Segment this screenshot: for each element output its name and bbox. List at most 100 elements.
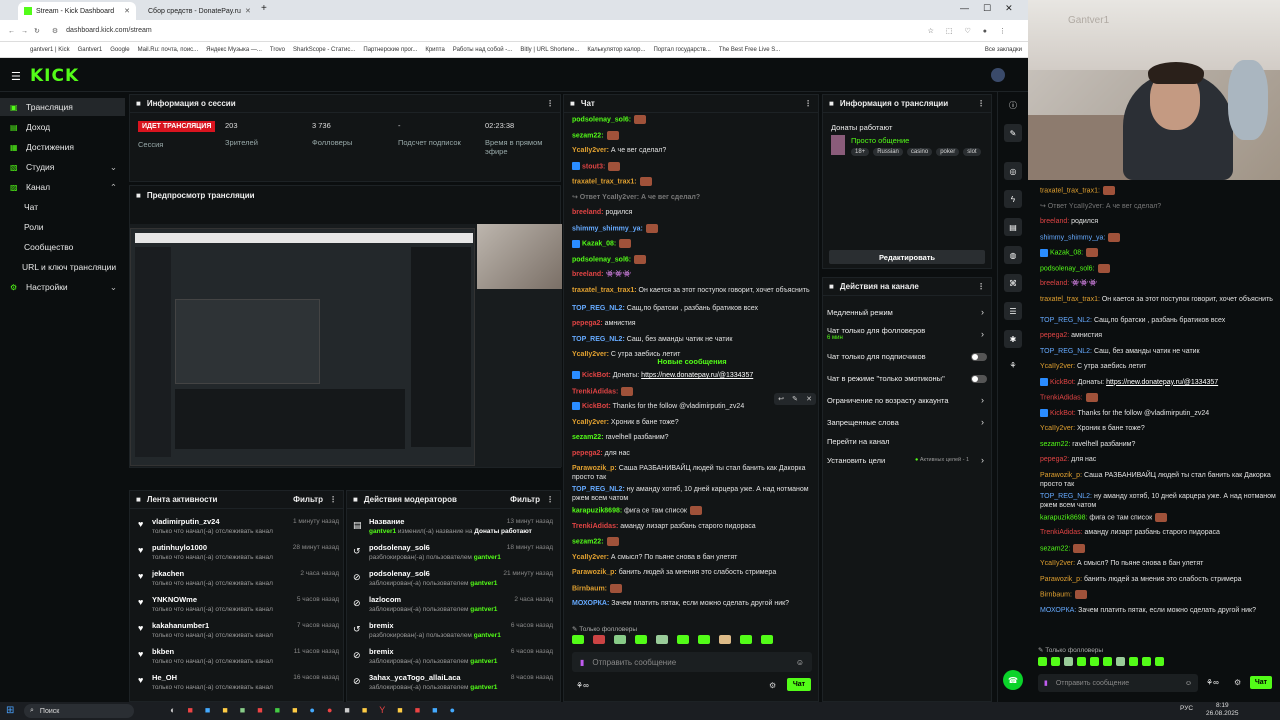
emoji-icon[interactable]: ☺ bbox=[1185, 680, 1192, 687]
chat-tools-icon[interactable]: ⚘∞ bbox=[576, 681, 589, 690]
app-icon[interactable]: ◐ bbox=[170, 705, 175, 715]
tag[interactable]: slot bbox=[963, 148, 981, 156]
chat-username[interactable]: TOP_REG_NL2: bbox=[1040, 317, 1092, 324]
bookmark-item[interactable]: Gantver1 bbox=[78, 47, 103, 53]
account-age-item[interactable]: Ограничение по возрасту аккаунта bbox=[827, 396, 987, 405]
app-icon[interactable]: ■ bbox=[257, 705, 262, 715]
chat-username[interactable]: TrenkiAdidas: bbox=[572, 388, 618, 395]
info-circle-icon[interactable]: ⓘ bbox=[1004, 96, 1022, 114]
emote-icon[interactable] bbox=[1155, 657, 1164, 666]
chat-username[interactable]: TOP_REG_NL2: bbox=[572, 336, 625, 343]
chat-send-button[interactable]: Чат bbox=[787, 678, 811, 691]
bookmark-item[interactable]: Mail.Ru: почта, поис... bbox=[138, 47, 199, 53]
go-to-channel-item[interactable]: Перейти на канал bbox=[827, 437, 987, 446]
bookmark-item[interactable]: Bitly | URL Shortene... bbox=[520, 47, 579, 53]
chat-username[interactable]: KickBot: bbox=[1050, 379, 1076, 386]
bookmark-item[interactable]: Портал государств... bbox=[653, 47, 710, 53]
activity-user[interactable]: putinhuylo1000 bbox=[152, 543, 207, 552]
sidebar-item-community[interactable]: Сообщество bbox=[0, 238, 125, 256]
support-icon[interactable]: ☎ bbox=[1003, 670, 1023, 690]
subscribers-only-toggle[interactable] bbox=[971, 353, 987, 361]
chat-username[interactable]: traxatel_trax_trax1: bbox=[572, 178, 637, 185]
followers-only-item[interactable]: Чат только для фолловеров bbox=[827, 326, 987, 335]
chat-username[interactable]: YcaIIy2ver: bbox=[1040, 560, 1075, 567]
chat-username[interactable]: TrenkiAdidas: bbox=[1040, 529, 1083, 536]
sidebar-item-chat[interactable]: Чат bbox=[0, 198, 125, 216]
app-icon[interactable]: ■ bbox=[415, 705, 420, 715]
message-actions[interactable]: ↩ ✎ ✕ bbox=[774, 393, 816, 405]
delete-icon[interactable]: ✕ bbox=[806, 395, 812, 403]
emote-icon[interactable] bbox=[1142, 657, 1151, 666]
mod-actor[interactable]: gantver1 bbox=[470, 684, 497, 691]
edit-icon[interactable]: ✎ bbox=[1004, 124, 1022, 142]
app-icon[interactable]: ● bbox=[450, 705, 455, 715]
emote-only-toggle[interactable] bbox=[971, 375, 987, 383]
taskbar-search[interactable]: ⌕ Поиск bbox=[24, 704, 134, 718]
chat-username[interactable]: sezam22: bbox=[572, 538, 604, 545]
app-icon[interactable]: ■ bbox=[222, 705, 227, 715]
emote-icon[interactable] bbox=[572, 635, 584, 644]
emote-icon[interactable] bbox=[677, 635, 689, 644]
close-tab-icon[interactable]: ✕ bbox=[124, 7, 130, 15]
sidebar-item-studio[interactable]: ▧ Студия ⌄ bbox=[0, 158, 125, 176]
chat-bubble-icon[interactable]: ◍ bbox=[1004, 246, 1022, 264]
app-icon[interactable]: ■ bbox=[275, 705, 280, 715]
nav-buttons-icon[interactable]: ←→↻ bbox=[8, 27, 46, 35]
bookmark-item[interactable]: Калькулятор калор... bbox=[587, 47, 645, 53]
emoji-icon[interactable]: ☺ bbox=[796, 658, 804, 667]
emote-icon[interactable] bbox=[1051, 657, 1060, 666]
tab-donatepay[interactable]: Сбор средств - DonatePay.ru ✕ bbox=[138, 2, 256, 20]
bookmark-item[interactable]: SharkScope - Статис... bbox=[293, 47, 355, 53]
pin-icon[interactable]: ✎ bbox=[792, 395, 798, 403]
chat-username[interactable]: karapuzik8698: bbox=[1040, 514, 1087, 521]
app-icon[interactable]: ■ bbox=[397, 705, 402, 715]
chat-username[interactable]: breeland: bbox=[572, 271, 604, 278]
app-icon[interactable]: ■ bbox=[432, 705, 437, 715]
keyboard-language[interactable]: РУС bbox=[1180, 705, 1193, 712]
bookmark-item[interactable]: Работы над собой -... bbox=[453, 47, 513, 53]
window-controls[interactable]: —☐✕ bbox=[960, 3, 1027, 14]
chat-username[interactable]: KickBot: bbox=[582, 403, 611, 410]
chat-send-button[interactable]: Чат bbox=[1250, 676, 1272, 689]
bookmark-item[interactable]: The Best Free Live S... bbox=[719, 47, 780, 53]
chat-username[interactable]: sezam22: bbox=[1040, 545, 1070, 552]
chat-username[interactable]: TOP_REG_NL2: bbox=[1040, 348, 1092, 355]
mod-target[interactable]: bremix bbox=[369, 621, 394, 630]
more-icon[interactable]: ⋮ bbox=[546, 495, 554, 504]
mod-actor[interactable]: gantver1 bbox=[470, 580, 497, 587]
tab-kick-dashboard[interactable]: Stream - Kick Dashboard ✕ bbox=[18, 2, 136, 20]
chat-username[interactable]: Parawozik_p: bbox=[572, 569, 617, 576]
chat-username[interactable]: YcaIIy2ver: bbox=[1040, 363, 1075, 370]
bookmark-item[interactable]: Партнерские прог... bbox=[363, 47, 417, 53]
emote-icon[interactable] bbox=[698, 635, 710, 644]
filter-button[interactable]: Фильтр bbox=[293, 495, 323, 504]
chat-username[interactable]: pepega2: bbox=[1040, 332, 1069, 339]
emote-icon[interactable] bbox=[740, 635, 752, 644]
tag[interactable]: poker bbox=[936, 148, 960, 156]
chat-username[interactable]: stout3: bbox=[582, 163, 605, 170]
tag[interactable]: casino bbox=[906, 148, 933, 156]
chat-username[interactable]: sezam22: bbox=[1040, 441, 1070, 448]
emote-icon[interactable] bbox=[593, 635, 605, 644]
chat-username[interactable]: YcaIIy2ver: bbox=[1040, 425, 1075, 432]
chat-username[interactable]: МОХОРКА: bbox=[1040, 607, 1076, 614]
sidebar-item-settings[interactable]: ⚙ Настройки ⌄ bbox=[0, 278, 125, 296]
app-icon[interactable]: ● bbox=[310, 705, 315, 715]
category-link[interactable]: Просто общение bbox=[851, 136, 909, 145]
app-icon[interactable]: ■ bbox=[362, 705, 367, 715]
chat-username[interactable]: traxatel_trax_trax1: bbox=[1040, 187, 1100, 194]
mod-actor[interactable]: gantver1 bbox=[474, 554, 501, 561]
mod-actor[interactable]: gantver1 bbox=[369, 528, 396, 535]
chat-link[interactable]: https://new.donatepay.ru/@1334357 bbox=[1106, 379, 1218, 386]
sidebar-item-roles[interactable]: Роли bbox=[0, 218, 125, 236]
chat-username[interactable]: Parawozik_p: bbox=[1040, 472, 1082, 479]
all-bookmarks[interactable]: Все закладки bbox=[985, 47, 1022, 53]
chat-username[interactable]: TrenkiAdidas: bbox=[572, 523, 618, 530]
slow-mode-item[interactable]: Медленный режим bbox=[827, 308, 987, 317]
emote-icon[interactable] bbox=[761, 635, 773, 644]
chat-username[interactable]: traxatel_trax_trax1: bbox=[1040, 296, 1100, 303]
bookmark-item[interactable]: Google bbox=[110, 47, 129, 53]
activity-user[interactable]: He_OH bbox=[152, 673, 177, 682]
chat-username[interactable]: podsolenay_sol6: bbox=[572, 256, 631, 263]
emote-icon[interactable] bbox=[719, 635, 731, 644]
